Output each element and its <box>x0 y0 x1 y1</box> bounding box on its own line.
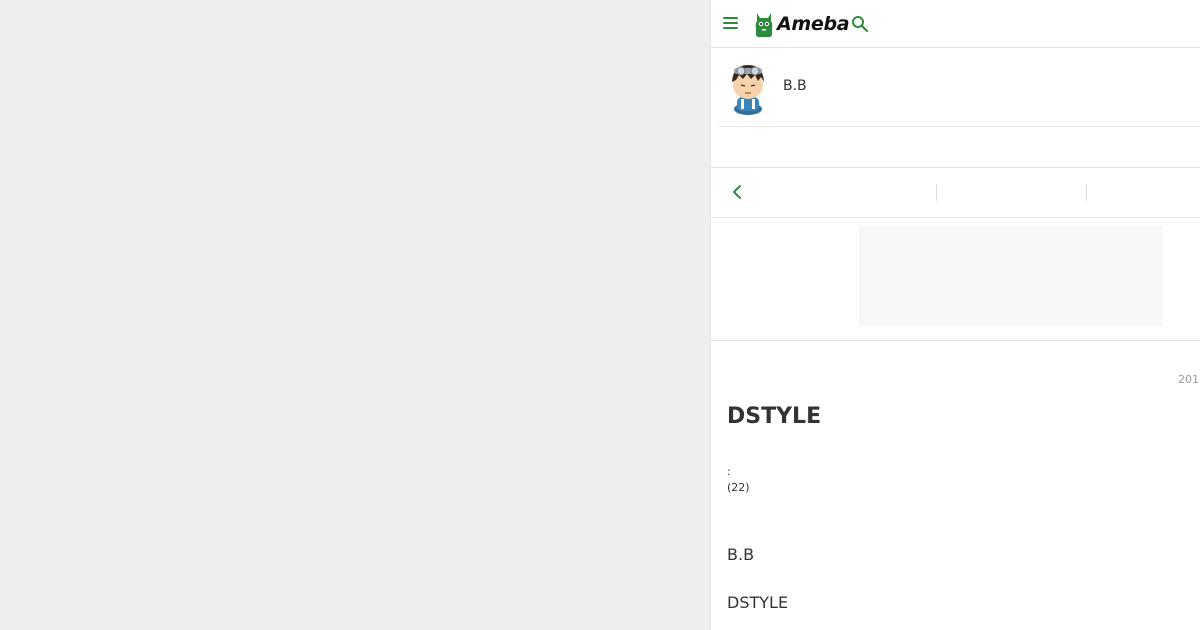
logo-text: Ameba <box>777 13 850 35</box>
header-bar: Ameba <box>711 0 1200 48</box>
avatar[interactable] <box>725 57 771 115</box>
left-background-pane <box>0 0 710 630</box>
entry-navigation <box>711 168 1200 218</box>
ameba-mascot-icon <box>755 13 773 37</box>
entry-body-line: B.B <box>727 545 755 564</box>
entry-meta: : (22) <box>727 464 750 496</box>
nav-divider <box>1086 184 1087 201</box>
nav-divider <box>936 184 937 201</box>
entry-title[interactable]: DSTYLE <box>727 404 821 429</box>
profile-name[interactable]: B.B <box>783 78 807 94</box>
ameba-logo[interactable]: Ameba <box>753 10 850 38</box>
ad-placeholder[interactable] <box>859 226 1163 326</box>
entry-meta-count[interactable]: (22) <box>727 480 750 496</box>
chevron-left-icon[interactable] <box>730 183 744 201</box>
hamburger-menu-icon[interactable] <box>723 17 738 30</box>
profile-header[interactable]: B.B <box>719 49 1200 127</box>
entry-date: 201 <box>1178 373 1199 386</box>
ad-area <box>711 218 1200 341</box>
profile-menu-strip <box>711 127 1200 168</box>
entry-meta-theme[interactable]: : <box>727 464 750 480</box>
blog-page: Ameba B.B 201 DSTYLE: (22) B.B DSTYLE <box>710 0 1200 630</box>
search-icon[interactable] <box>851 15 869 33</box>
entry-body-line: DSTYLE <box>727 593 789 612</box>
